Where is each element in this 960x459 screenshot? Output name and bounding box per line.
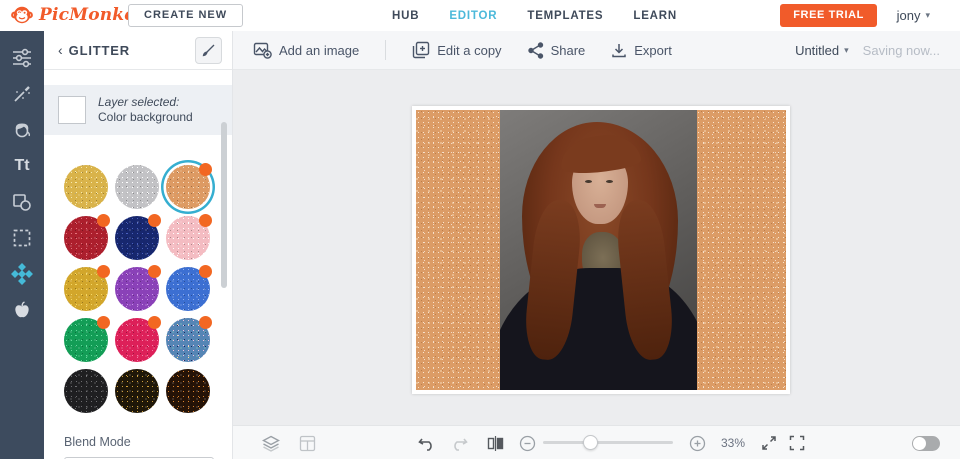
- premium-dot-icon: [199, 163, 212, 176]
- glitter-swatch-purple[interactable]: [115, 265, 161, 311]
- glitter-swatch-gold[interactable]: [64, 165, 108, 209]
- edit-copy-button[interactable]: Edit a copy: [412, 41, 502, 59]
- layer-selected-value: Color background: [98, 110, 193, 124]
- create-new-button[interactable]: CREATE NEW: [128, 4, 244, 27]
- portrait-photo-layer[interactable]: [500, 110, 697, 390]
- layer-color-swatch[interactable]: [58, 96, 86, 124]
- main-nav: HUB EDITOR TEMPLATES LEARN: [392, 0, 677, 31]
- share-button[interactable]: Share: [527, 41, 586, 59]
- premium-dot-icon: [97, 214, 110, 227]
- export-icon: [612, 43, 627, 57]
- fit-to-screen-icon[interactable]: [785, 426, 809, 459]
- text-tool-icon[interactable]: Tt: [7, 154, 37, 178]
- premium-dot-icon: [199, 316, 212, 329]
- textures-icon[interactable]: [7, 262, 37, 286]
- zoom-out-icon[interactable]: [515, 426, 539, 459]
- user-menu[interactable]: jony ▾: [897, 0, 930, 31]
- document-title-dropdown[interactable]: Untitled ▾: [795, 43, 849, 58]
- add-image-button[interactable]: Add an image: [253, 41, 359, 59]
- glitter-swatch-dark-bronze[interactable]: [166, 369, 210, 413]
- zoom-slider-handle[interactable]: [583, 435, 598, 450]
- touch-up-icon[interactable]: [7, 118, 37, 142]
- chevron-down-icon: ▾: [844, 44, 849, 55]
- monkey-icon: [11, 6, 33, 24]
- premium-dot-icon: [199, 214, 212, 227]
- picmonkey-logo[interactable]: PicMonkey: [10, 3, 145, 27]
- status-bar: 33%: [233, 425, 960, 459]
- premium-dot-icon: [97, 316, 110, 329]
- saving-status: Saving now...: [862, 42, 940, 58]
- glitter-swatch-pink[interactable]: [166, 214, 212, 260]
- glitter-swatch-red[interactable]: [64, 214, 110, 260]
- toggle-knob: [913, 437, 926, 450]
- free-trial-button[interactable]: FREE TRIAL: [780, 4, 877, 27]
- glitter-swatch-navy[interactable]: [115, 214, 161, 260]
- effects-wand-icon[interactable]: [7, 82, 37, 106]
- glitter-swatch-multicolor[interactable]: [166, 316, 212, 362]
- glitter-swatch-green[interactable]: [64, 316, 110, 362]
- blend-mode-label: Blend Mode: [64, 435, 131, 449]
- frames-icon[interactable]: [7, 226, 37, 250]
- premium-dot-icon: [97, 265, 110, 278]
- nav-hub[interactable]: HUB: [392, 10, 419, 22]
- share-icon: [527, 41, 543, 59]
- edit-copy-icon: [413, 41, 430, 59]
- premium-dot-icon: [148, 265, 161, 278]
- back-chevron-icon[interactable]: ‹: [58, 42, 63, 58]
- zoom-in-icon[interactable]: [685, 426, 709, 459]
- panel-title: GLITTER: [68, 42, 130, 58]
- zoom-slider[interactable]: [543, 435, 673, 450]
- preview-toggle[interactable]: [912, 436, 940, 451]
- premium-dot-icon: [148, 214, 161, 227]
- panel-header: ‹ GLITTER: [44, 31, 232, 70]
- basic-edits-icon[interactable]: [7, 46, 37, 70]
- chevron-down-icon: ▾: [925, 10, 930, 20]
- add-image-icon: [253, 42, 272, 59]
- glitter-swatch-silver[interactable]: [115, 165, 159, 209]
- graphics-icon[interactable]: [7, 190, 37, 214]
- glitter-swatch-black[interactable]: [64, 369, 108, 413]
- flip-icon[interactable]: [483, 426, 507, 459]
- toolbar-divider: [385, 40, 387, 60]
- panel-scrollbar[interactable]: [221, 122, 227, 288]
- zoom-level: 33%: [721, 436, 746, 450]
- export-label: Export: [634, 42, 672, 58]
- canvas-area[interactable]: [233, 70, 960, 425]
- fullscreen-expand-icon[interactable]: [757, 426, 781, 459]
- themes-apple-icon[interactable]: [7, 298, 37, 322]
- redo-icon[interactable]: [447, 426, 471, 459]
- glitter-swatch-grid: [64, 163, 218, 413]
- layout-grid-icon[interactable]: [295, 426, 319, 459]
- username: jony: [896, 8, 921, 23]
- nav-editor[interactable]: EDITOR: [449, 10, 497, 22]
- nav-learn[interactable]: LEARN: [633, 10, 677, 22]
- layers-icon[interactable]: [259, 426, 283, 459]
- glitter-swatch-copper[interactable]: [166, 163, 212, 209]
- glitter-background-layer[interactable]: [416, 110, 786, 390]
- glitter-panel: ‹ GLITTER Layer selected: Color backgrou…: [44, 31, 233, 459]
- glitter-swatch-black-gold[interactable]: [115, 369, 159, 413]
- layer-selected-box: Layer selected: Color background: [44, 85, 232, 135]
- app-header: PicMonkey CREATE NEW HUB EDITOR TEMPLATE…: [0, 0, 960, 31]
- document-title: Untitled: [795, 42, 840, 58]
- edit-copy-label: Edit a copy: [437, 42, 502, 58]
- tool-rail: Tt: [0, 31, 44, 459]
- export-button[interactable]: Export: [611, 42, 672, 59]
- nav-templates[interactable]: TEMPLATES: [527, 10, 603, 22]
- share-label: Share: [550, 42, 586, 58]
- canvas-toolbar: Add an image Edit a copy Share Export Un…: [233, 31, 960, 70]
- layer-selected-label: Layer selected:: [98, 95, 180, 109]
- premium-dot-icon: [148, 316, 161, 329]
- glitter-swatch-raspberry[interactable]: [115, 316, 161, 362]
- premium-dot-icon: [199, 265, 212, 278]
- undo-icon[interactable]: [415, 426, 439, 459]
- add-image-label: Add an image: [279, 42, 360, 58]
- glitter-swatch-royal-blue[interactable]: [166, 265, 212, 311]
- paint-brush-button[interactable]: [195, 36, 222, 64]
- glitter-swatch-bright-gold[interactable]: [64, 265, 110, 311]
- document-canvas[interactable]: [412, 106, 790, 394]
